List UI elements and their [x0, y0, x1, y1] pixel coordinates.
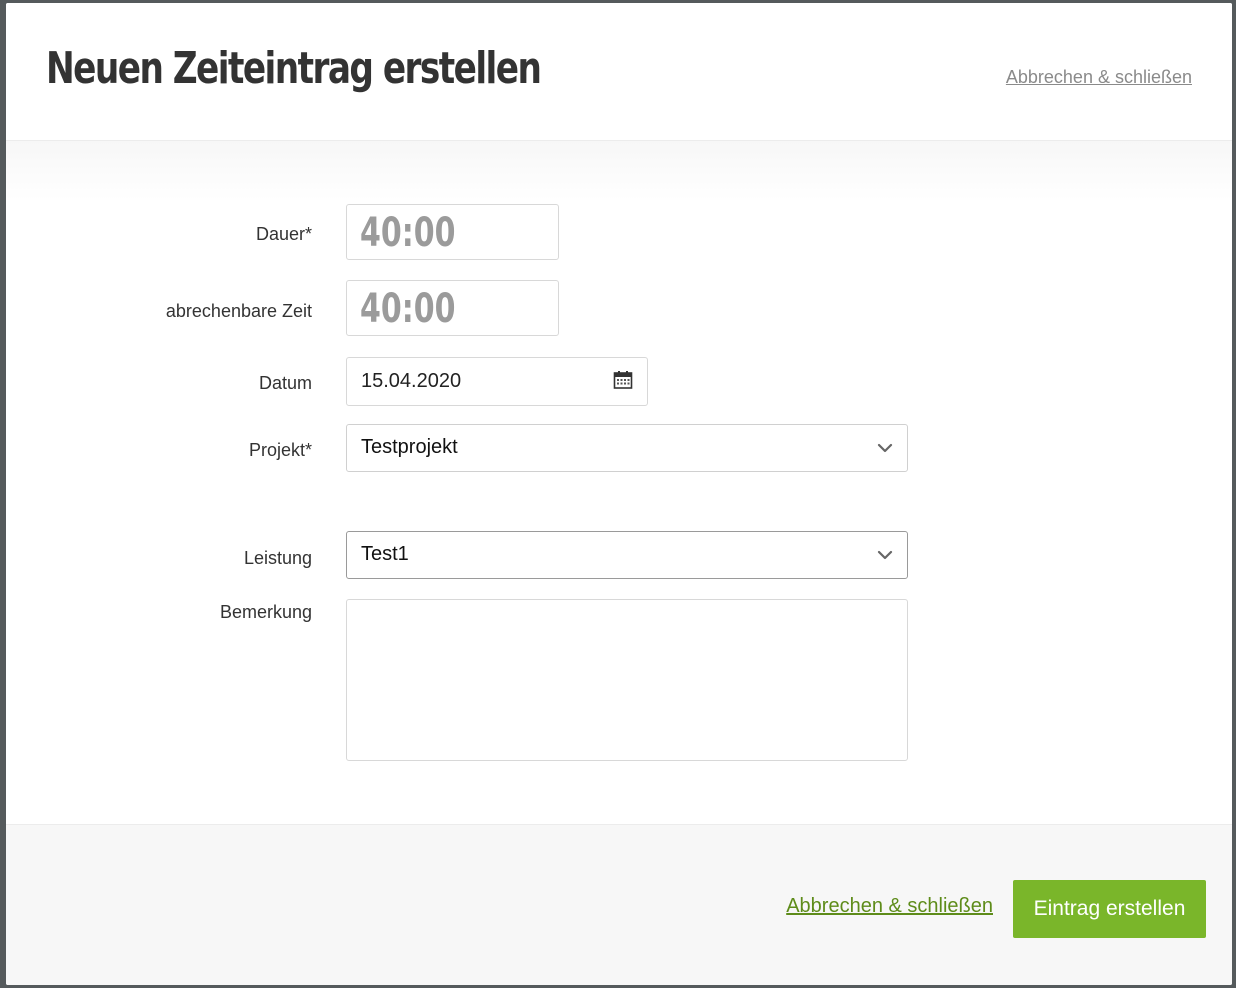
- date-value: 15.04.2020: [361, 370, 462, 392]
- footer-cancel-link[interactable]: Abbrechen & schließen: [786, 895, 993, 918]
- duration-input[interactable]: 40:00: [346, 204, 559, 260]
- dialog-footer: Abbrechen & schließen Eintrag erstellen: [6, 824, 1232, 985]
- service-select[interactable]: Test1: [346, 531, 908, 579]
- project-selected-value: Testprojekt: [361, 436, 458, 458]
- new-time-entry-dialog: Neuen Zeiteintrag erstellen Abbrechen & …: [6, 3, 1232, 985]
- chevron-down-icon: [877, 443, 893, 453]
- dialog-form: Dauer* 40:00 abrechenbare Zeit 40:00 Dat…: [6, 141, 1232, 824]
- duration-value: 40:00: [360, 210, 456, 256]
- project-select[interactable]: Testprojekt: [346, 424, 908, 472]
- service-label: Leistung: [243, 548, 312, 568]
- dialog-header: Neuen Zeiteintrag erstellen Abbrechen & …: [6, 3, 1232, 141]
- billable-time-label: abrechenbare Zeit: [165, 301, 312, 321]
- header-cancel-link[interactable]: Abbrechen & schließen: [1006, 67, 1192, 88]
- billable-time-input[interactable]: 40:00: [346, 280, 559, 336]
- project-label: Projekt*: [248, 440, 312, 460]
- billable-time-value: 40:00: [360, 286, 456, 332]
- duration-label: Dauer*: [255, 224, 312, 244]
- remark-textarea[interactable]: [346, 599, 908, 761]
- remark-label: Bemerkung: [219, 602, 312, 622]
- service-selected-value: Test1: [361, 543, 409, 565]
- dialog-title: Neuen Zeiteintrag erstellen: [46, 43, 542, 94]
- date-label: Datum: [258, 373, 312, 393]
- chevron-down-icon: [877, 550, 893, 560]
- create-entry-button[interactable]: Eintrag erstellen: [1013, 880, 1206, 938]
- calendar-icon[interactable]: [613, 370, 633, 390]
- date-field[interactable]: 15.04.2020: [346, 357, 648, 406]
